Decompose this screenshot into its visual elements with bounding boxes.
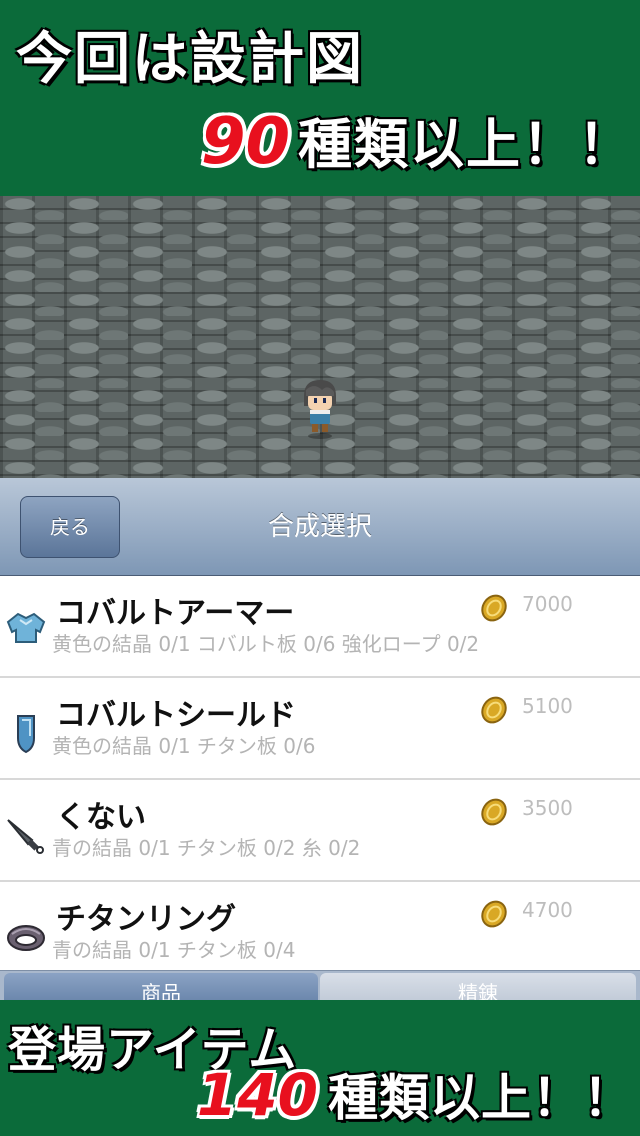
list-item[interactable]: コバルトシールド 黄色の結晶 0/1 チタン板 0/6 5100 [0, 678, 640, 780]
list-item[interactable]: くない 青の結晶 0/1 チタン板 0/2 糸 0/2 3500 [0, 780, 640, 882]
coin-icon [481, 594, 507, 622]
item-requirements: 黄色の結晶 0/1 チタン板 0/6 [52, 734, 316, 758]
coin-icon [481, 696, 507, 724]
coin-icon [481, 798, 507, 826]
player-character-sprite [304, 380, 336, 439]
item-name: くない [56, 800, 146, 835]
item-price: 3500 [522, 796, 573, 820]
synthesis-item-list[interactable]: コバルトアーマー 黄色の結晶 0/1 コバルト板 0/6 強化ロープ 0/2 7… [0, 576, 640, 970]
list-item[interactable]: チタンリング 青の結晶 0/1 チタン板 0/4 4700 [0, 882, 640, 970]
back-button[interactable]: 戻る [20, 496, 120, 558]
list-item[interactable]: コバルトアーマー 黄色の結晶 0/1 コバルト板 0/6 強化ロープ 0/2 7… [0, 576, 640, 678]
item-price: 4700 [522, 898, 573, 922]
item-price: 7000 [522, 592, 573, 616]
top-promo-banner: 今回は設計図 90 種類以上！！ [0, 0, 640, 196]
item-requirements: 黄色の結晶 0/1 コバルト板 0/6 強化ロープ 0/2 [52, 632, 480, 656]
promo-title: 今回は設計図 [16, 27, 364, 92]
promo-count-number: 90 [200, 105, 290, 179]
bottom-promo-banner: 登場アイテム 140 種類以上！！ [0, 1000, 640, 1136]
promo-count-suffix: 種類以上！！ [298, 113, 634, 176]
promo-count-line: 90 種類以上！！ [201, 100, 634, 179]
kunai-icon [7, 819, 44, 854]
item-requirements: 青の結晶 0/1 チタン板 0/4 [52, 938, 296, 962]
navigation-bar: 合成選択 戻る [0, 478, 640, 576]
promo-count-suffix: 種類以上！！ [328, 1069, 634, 1127]
ring-icon [7, 925, 45, 951]
promo-count-number: 140 [196, 1061, 318, 1129]
item-price: 5100 [522, 694, 573, 718]
shield-icon [17, 715, 35, 754]
item-name: チタンリング [56, 902, 236, 937]
item-requirements: 青の結晶 0/1 チタン板 0/2 糸 0/2 [52, 836, 361, 860]
promo-count-line: 140 種類以上！！ [197, 1058, 634, 1130]
item-name: コバルトシールド [56, 698, 296, 733]
game-scene[interactable] [0, 196, 640, 478]
armor-icon [6, 612, 46, 643]
coin-icon [481, 900, 507, 928]
item-name: コバルトアーマー [56, 596, 295, 631]
